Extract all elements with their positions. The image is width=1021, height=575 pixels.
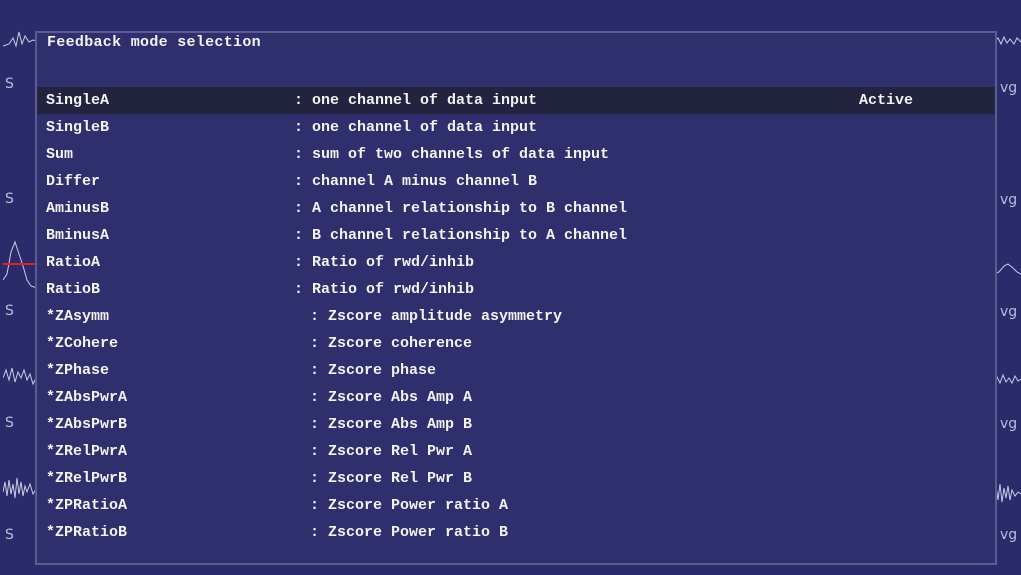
mode-item-zpratiob[interactable]: *ZPRatioB : Zscore Power ratio B bbox=[37, 519, 995, 546]
mode-name: SingleB bbox=[46, 119, 110, 136]
mode-description: : Zscore Power ratio B bbox=[310, 524, 509, 541]
eeg-trace-right-1 bbox=[994, 35, 1021, 46]
mode-name: *ZAsymm bbox=[46, 308, 110, 325]
mode-item-sum[interactable]: Sum : sum of two channels of data input bbox=[37, 141, 995, 168]
eeg-trace-left-2 bbox=[3, 240, 37, 289]
mode-name: *ZRelPwrA bbox=[46, 443, 128, 460]
mode-item-bminusa[interactable]: BminusA : B channel relationship to A ch… bbox=[37, 222, 995, 249]
mode-item-differ[interactable]: Differ : channel A minus channel B bbox=[37, 168, 995, 195]
eeg-trace-left-1 bbox=[3, 31, 37, 48]
mode-item-singlea[interactable]: SingleA : one channel of data input Acti… bbox=[37, 87, 995, 114]
avg-label-fragment: vg bbox=[1000, 416, 1018, 432]
mode-name: AminusB bbox=[46, 200, 110, 217]
eeg-trace-right-3 bbox=[994, 373, 1021, 385]
mode-name: *ZPRatioB bbox=[46, 524, 128, 541]
avg-label-fragment: vg bbox=[1000, 80, 1018, 96]
mode-item-zpratioa[interactable]: *ZPRatioA : Zscore Power ratio A bbox=[37, 492, 995, 519]
mode-description: : Zscore amplitude asymmetry bbox=[310, 308, 563, 325]
mode-description: : Zscore coherence bbox=[310, 335, 473, 352]
mode-description: : Zscore Abs Amp B bbox=[310, 416, 473, 433]
dialog-title: Feedback mode selection bbox=[47, 34, 261, 51]
mode-name: *ZCohere bbox=[46, 335, 119, 352]
mode-item-singleb[interactable]: SingleB : one channel of data input bbox=[37, 114, 995, 141]
feedback-mode-dialog: Feedback mode selection SingleA : one ch… bbox=[35, 31, 997, 565]
mode-name: *ZPhase bbox=[46, 362, 110, 379]
mode-item-zabspwra[interactable]: *ZAbsPwrA : Zscore Abs Amp A bbox=[37, 384, 995, 411]
avg-label-fragment: vg bbox=[1000, 527, 1018, 543]
mode-description: : Zscore phase bbox=[310, 362, 437, 379]
channel-label-fragment: S bbox=[5, 415, 14, 431]
mode-description: : one channel of data input bbox=[294, 92, 538, 109]
channel-label-fragment: S bbox=[5, 191, 14, 207]
mode-description: : Zscore Rel Pwr B bbox=[310, 470, 473, 487]
mode-name: Sum bbox=[46, 146, 74, 163]
mode-item-ratiob[interactable]: RatioB : Ratio of rwd/inhib bbox=[37, 276, 995, 303]
mode-description: : Zscore Abs Amp A bbox=[310, 389, 473, 406]
mode-item-zasymm[interactable]: *ZAsymm : Zscore amplitude asymmetry bbox=[37, 303, 995, 330]
mode-name: *ZAbsPwrA bbox=[46, 389, 128, 406]
channel-label-fragment: S bbox=[5, 76, 14, 92]
mode-item-zcohere[interactable]: *ZCohere : Zscore coherence bbox=[37, 330, 995, 357]
mode-name: *ZAbsPwrB bbox=[46, 416, 128, 433]
eeg-trace-left-3 bbox=[3, 367, 37, 386]
mode-name: RatioA bbox=[46, 254, 101, 271]
mode-status-badge: Active bbox=[859, 92, 914, 109]
mode-description: : Ratio of rwd/inhib bbox=[294, 281, 475, 298]
mode-name: *ZRelPwrB bbox=[46, 470, 128, 487]
mode-item-zphase[interactable]: *ZPhase : Zscore phase bbox=[37, 357, 995, 384]
mode-description: : one channel of data input bbox=[294, 119, 538, 136]
mode-item-zrelpwrb[interactable]: *ZRelPwrB : Zscore Rel Pwr B bbox=[37, 465, 995, 492]
mode-item-aminusb[interactable]: AminusB : A channel relationship to B ch… bbox=[37, 195, 995, 222]
avg-label-fragment: vg bbox=[1000, 304, 1018, 320]
eeg-trace-right-4 bbox=[994, 483, 1021, 503]
mode-description: : Zscore Power ratio A bbox=[310, 497, 509, 514]
mode-item-zrelpwra[interactable]: *ZRelPwrA : Zscore Rel Pwr A bbox=[37, 438, 995, 465]
mode-description: : Ratio of rwd/inhib bbox=[294, 254, 475, 271]
mode-name: Differ bbox=[46, 173, 101, 190]
mode-description: : A channel relationship to B channel bbox=[294, 200, 628, 217]
eeg-trace-right-2 bbox=[994, 263, 1021, 275]
mode-item-zabspwrb[interactable]: *ZAbsPwrB : Zscore Abs Amp B bbox=[37, 411, 995, 438]
mode-name: BminusA bbox=[46, 227, 110, 244]
mode-name: SingleA bbox=[46, 92, 110, 109]
mode-description: : channel A minus channel B bbox=[294, 173, 538, 190]
mode-item-ratioa[interactable]: RatioA : Ratio of rwd/inhib bbox=[37, 249, 995, 276]
channel-label-fragment: S bbox=[5, 303, 14, 319]
channel-label-fragment: S bbox=[5, 527, 14, 543]
avg-label-fragment: vg bbox=[1000, 192, 1018, 208]
eeg-trace-left-4 bbox=[3, 477, 37, 499]
mode-name: RatioB bbox=[46, 281, 101, 298]
mode-description: : sum of two channels of data input bbox=[294, 146, 610, 163]
mode-description: : Zscore Rel Pwr A bbox=[310, 443, 473, 460]
mode-description: : B channel relationship to A channel bbox=[294, 227, 628, 244]
mode-name: *ZPRatioA bbox=[46, 497, 128, 514]
